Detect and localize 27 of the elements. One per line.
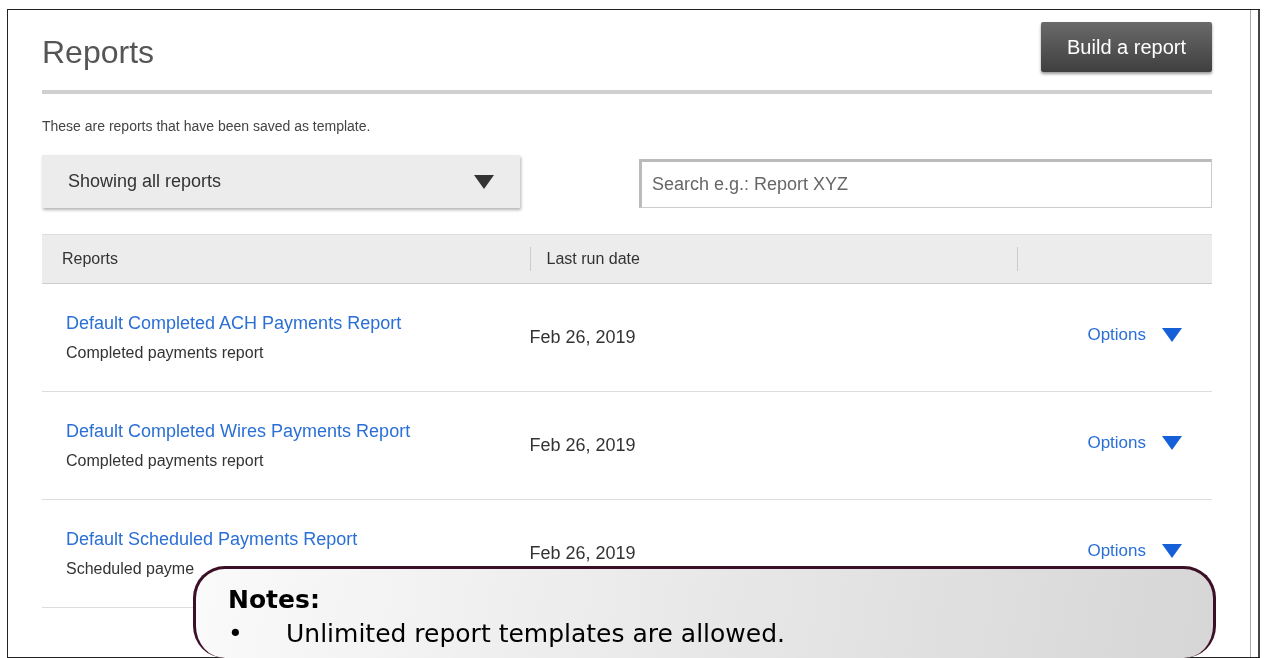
options-link[interactable]: Options [1087, 321, 1146, 348]
caret-icon[interactable] [1162, 435, 1182, 450]
search-field[interactable]: Search e.g.: Report XYZ [639, 159, 1212, 208]
report-description: Completed payments report [66, 343, 265, 363]
description-text: These are reports that have been saved as template. [42, 117, 372, 136]
bullet: • [228, 619, 244, 649]
report-filter-dropdown[interactable]: Showing all reports [42, 155, 520, 208]
column-header: Last run date [546, 249, 640, 269]
report-description: Completed payments report [66, 451, 265, 471]
notes-title: Notes: [228, 585, 321, 615]
caret-icon[interactable] [1162, 327, 1182, 342]
caret-icon[interactable] [1162, 543, 1182, 558]
last-run-date: Feb 26, 2019 [529, 435, 636, 455]
options-link[interactable]: Options [1087, 429, 1146, 456]
caret-icon [474, 174, 494, 189]
page-title: Reports [42, 36, 155, 68]
last-run-date: Feb 26, 2019 [529, 543, 636, 563]
report-link[interactable]: Default Scheduled Payments Report [66, 526, 358, 553]
note-text: Unlimited report templates are allowed. [286, 619, 785, 649]
options-link[interactable]: Options [1087, 537, 1146, 564]
report-link[interactable]: Default Completed ACH Payments Report [66, 310, 402, 337]
report-description: Scheduled payme [66, 559, 196, 579]
scrollbar[interactable] [1250, 10, 1260, 657]
build-report-button[interactable]: Build a report [1041, 22, 1212, 72]
report-link[interactable]: Default Completed Wires Payments Report [66, 418, 411, 445]
last-run-date: Feb 26, 2019 [529, 327, 636, 347]
column-header: Reports [62, 249, 119, 269]
